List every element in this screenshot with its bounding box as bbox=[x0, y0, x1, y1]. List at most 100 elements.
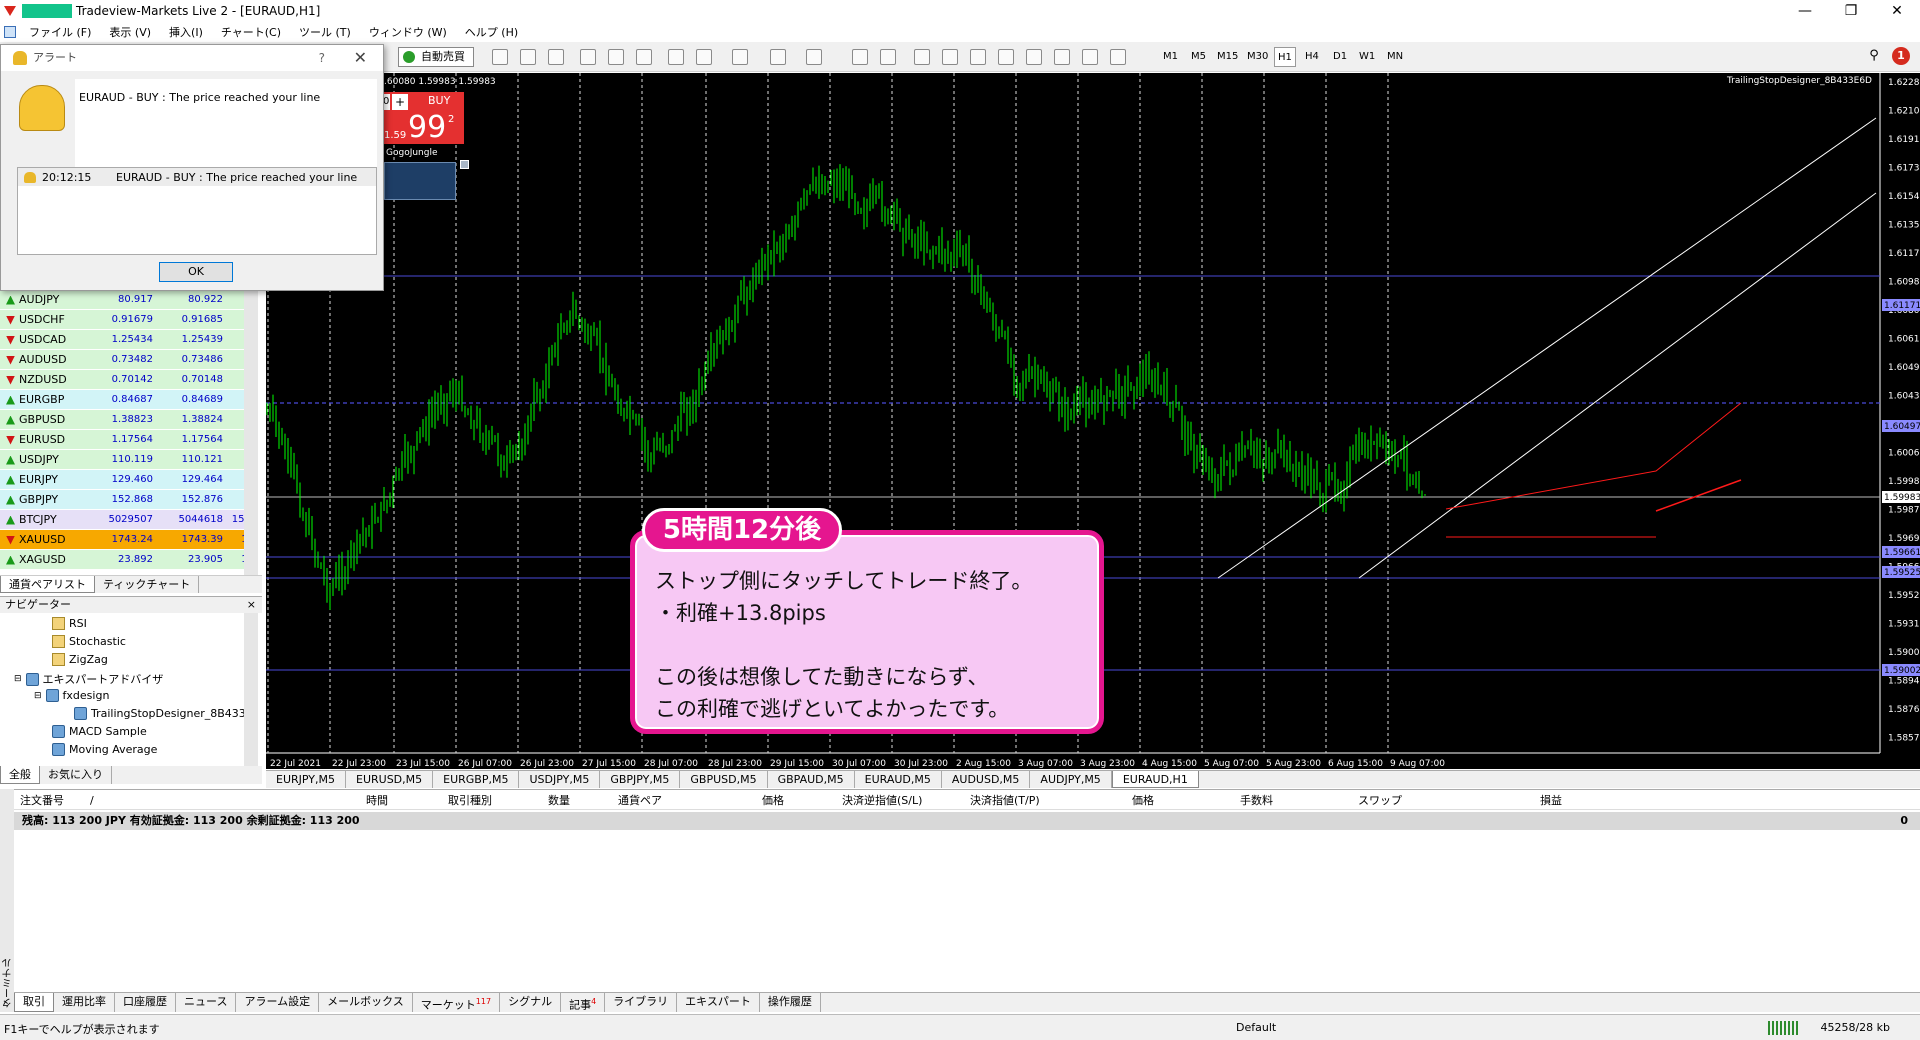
terminal-column-header[interactable]: 手数料 bbox=[1240, 792, 1273, 810]
chart-tab[interactable]: GBPAUD,M5 bbox=[768, 771, 855, 788]
autotrade-button[interactable]: 自動売買 bbox=[398, 47, 474, 67]
tf-h1[interactable]: H1 bbox=[1274, 47, 1296, 67]
tf-d1[interactable]: D1 bbox=[1330, 47, 1350, 67]
terminal-column-header[interactable]: 取引種別 bbox=[448, 792, 492, 810]
menu-help[interactable]: ヘルプ (H) bbox=[456, 24, 527, 40]
symbol-row[interactable]: EURGBP0.846870.846892 bbox=[0, 390, 258, 410]
symbol-row[interactable]: EURJPY129.460129.4644 bbox=[0, 470, 258, 490]
text-label-icon[interactable] bbox=[1082, 49, 1098, 65]
nav-item-rsi[interactable]: RSI bbox=[52, 617, 87, 630]
symbol-row[interactable]: NZDUSD0.701420.701486 bbox=[0, 370, 258, 390]
terminal-tab[interactable]: アラーム設定 bbox=[236, 993, 320, 1012]
symbol-row[interactable]: GBPUSD1.388231.388241 bbox=[0, 410, 258, 430]
symbol-row[interactable]: BTCJPY 5029507 5044618 15... bbox=[0, 510, 258, 530]
terminal-column-header[interactable]: 価格 bbox=[1132, 792, 1154, 810]
menu-window[interactable]: ウィンドウ (W) bbox=[360, 24, 456, 40]
terminal-tab[interactable]: マーケット117 bbox=[413, 993, 501, 1012]
notification-badge[interactable]: 1 bbox=[1892, 47, 1910, 65]
terminal-tab[interactable]: 記事4 bbox=[561, 993, 606, 1012]
menu-view[interactable]: 表示 (V) bbox=[100, 24, 160, 40]
nav-item-moving-average[interactable]: Moving Average bbox=[52, 743, 157, 756]
tf-h4[interactable]: H4 bbox=[1302, 47, 1322, 67]
terminal-column-header[interactable]: 価格 bbox=[762, 792, 784, 810]
tf-m15[interactable]: M15 bbox=[1214, 47, 1241, 67]
horizontal-line-icon[interactable] bbox=[942, 49, 958, 65]
buy-price-panel[interactable]: 80 + BUY 1.59 99 2 bbox=[376, 92, 464, 144]
terminal-column-header[interactable]: 数量 bbox=[548, 792, 570, 810]
tab-favorites[interactable]: お気に入り bbox=[40, 766, 112, 784]
alert-history-row[interactable]: 20:12:15 EURAUD - BUY : The price reache… bbox=[18, 168, 376, 186]
navigator-scrollbar[interactable] bbox=[244, 613, 258, 767]
cursor-icon[interactable] bbox=[852, 49, 868, 65]
periods-icon[interactable] bbox=[770, 49, 786, 65]
terminal-tab[interactable]: 操作履歴 bbox=[760, 993, 821, 1012]
restore-button[interactable]: ❐ bbox=[1828, 0, 1874, 22]
tile-windows-icon[interactable] bbox=[636, 49, 652, 65]
nav-item-macd-sample[interactable]: MACD Sample bbox=[52, 725, 147, 738]
symbol-row[interactable]: AUDJPY80.91780.9225 bbox=[0, 290, 258, 310]
tf-w1[interactable]: W1 bbox=[1356, 47, 1378, 67]
chart-shift-icon[interactable] bbox=[696, 49, 712, 65]
symbol-row[interactable]: XAUUSD1743.241743.3915 bbox=[0, 530, 258, 550]
line-chart-icon[interactable] bbox=[548, 49, 564, 65]
terminal-column-header[interactable]: 通貨ペア bbox=[618, 792, 662, 810]
terminal-column-header[interactable]: / bbox=[90, 792, 94, 810]
zoom-in-icon[interactable] bbox=[580, 49, 596, 65]
nav-item-zigzag[interactable]: ZigZag bbox=[52, 653, 108, 666]
menu-chart[interactable]: チャート(C) bbox=[212, 24, 290, 40]
symbol-row[interactable]: USDCAD1.254341.254395 bbox=[0, 330, 258, 350]
terminal-tab[interactable]: ライブラリ bbox=[605, 993, 678, 1012]
menu-insert[interactable]: 挿入(I) bbox=[160, 24, 212, 40]
symbol-row[interactable]: XAGUSD23.89223.90513 bbox=[0, 550, 258, 570]
tab-general[interactable]: 全般 bbox=[0, 766, 40, 784]
tf-m30[interactable]: M30 bbox=[1244, 47, 1271, 67]
alert-ok-button[interactable]: OK bbox=[159, 262, 233, 282]
tree-collapse-icon[interactable]: ⊟ bbox=[34, 691, 42, 701]
lot-plus-button[interactable]: + bbox=[392, 94, 408, 110]
terminal-column-header[interactable]: 時間 bbox=[366, 792, 388, 810]
channel-icon[interactable] bbox=[998, 49, 1014, 65]
nav-item-expert-advisors[interactable]: ⊟ エキスパートアドバイザ bbox=[14, 671, 163, 687]
symbol-row[interactable]: EURUSD1.175641.175640 bbox=[0, 430, 258, 450]
minimize-button[interactable]: — bbox=[1782, 0, 1828, 22]
chart-tab[interactable]: AUDUSD,M5 bbox=[942, 771, 1031, 788]
symbol-row[interactable]: AUDUSD0.734820.734864 bbox=[0, 350, 258, 370]
menu-tools[interactable]: ツール (T) bbox=[290, 24, 360, 40]
chart-tab[interactable]: EURGBP,M5 bbox=[433, 771, 520, 788]
search-icon[interactable]: ⚲ bbox=[1866, 49, 1882, 65]
navigator-close-icon[interactable]: × bbox=[247, 597, 256, 613]
widget-close-icon[interactable] bbox=[460, 160, 469, 169]
chart-tab[interactable]: GBPUSD,M5 bbox=[680, 771, 768, 788]
indicators-icon[interactable] bbox=[732, 49, 748, 65]
terminal-tab[interactable]: 口座履歴 bbox=[115, 993, 176, 1012]
chart-tab[interactable]: GBPJPY,M5 bbox=[600, 771, 681, 788]
terminal-tab[interactable]: シグナル bbox=[500, 993, 562, 1012]
terminal-tab[interactable]: エキスパート bbox=[677, 993, 760, 1012]
zoom-out-icon[interactable] bbox=[608, 49, 624, 65]
terminal-column-header[interactable]: 損益 bbox=[1540, 792, 1562, 810]
chart-tab[interactable]: EURAUD,M5 bbox=[855, 771, 942, 788]
tf-m1[interactable]: M1 bbox=[1160, 47, 1181, 67]
tf-m5[interactable]: M5 bbox=[1188, 47, 1209, 67]
chart-tab[interactable]: EURAUD,H1 bbox=[1111, 771, 1199, 788]
tree-collapse-icon[interactable]: ⊟ bbox=[14, 674, 22, 684]
templates-icon[interactable] bbox=[806, 49, 822, 65]
terminal-tab[interactable]: 運用比率 bbox=[54, 993, 115, 1012]
chart-tab[interactable]: EURJPY,M5 bbox=[266, 771, 346, 788]
nav-item-fxdesign[interactable]: ⊟ fxdesign bbox=[34, 689, 109, 702]
symbol-row[interactable]: USDCHF0.916790.916856 bbox=[0, 310, 258, 330]
candlestick-icon[interactable] bbox=[520, 49, 536, 65]
nav-item-stochastic[interactable]: Stochastic bbox=[52, 635, 126, 648]
terminal-column-header[interactable]: 決済逆指値(S/L) bbox=[842, 792, 922, 810]
bar-chart-icon[interactable] bbox=[492, 49, 508, 65]
menu-file[interactable]: ファイル (F) bbox=[20, 24, 100, 40]
close-button[interactable]: ✕ bbox=[1874, 0, 1920, 22]
fibonacci-icon[interactable] bbox=[1026, 49, 1042, 65]
tab-symbols[interactable]: 通貨ペアリスト bbox=[0, 576, 95, 593]
chart-tab[interactable]: AUDJPY,M5 bbox=[1030, 771, 1112, 788]
auto-scroll-icon[interactable] bbox=[668, 49, 684, 65]
chart-tab[interactable]: USDJPY,M5 bbox=[519, 771, 601, 788]
arrows-icon[interactable] bbox=[1110, 49, 1126, 65]
alert-history-list[interactable]: 20:12:15 EURAUD - BUY : The price reache… bbox=[17, 167, 377, 255]
terminal-tab[interactable]: ニュース bbox=[176, 993, 237, 1012]
